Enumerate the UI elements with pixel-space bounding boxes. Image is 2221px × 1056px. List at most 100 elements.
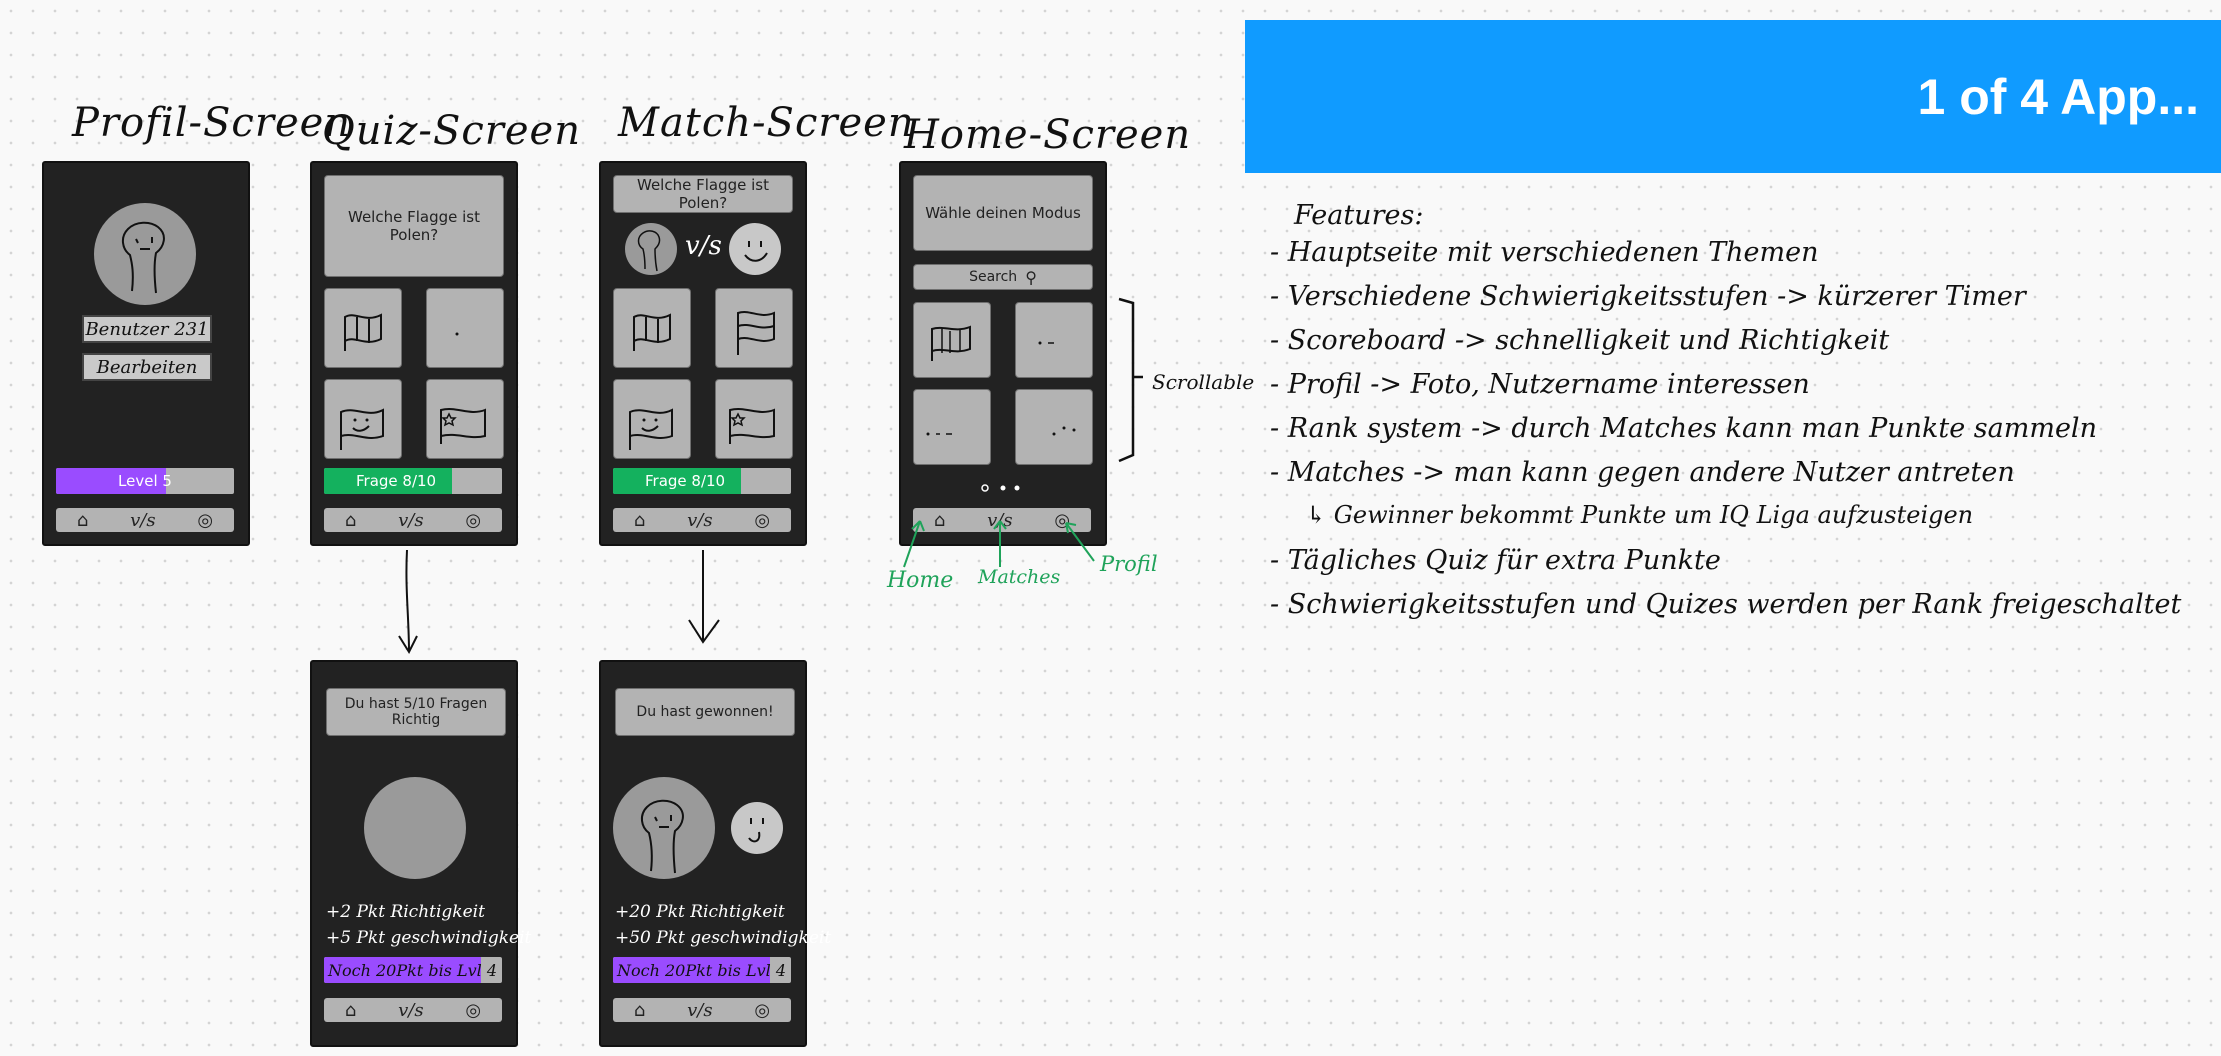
feature-item: - Matches -> man kann gegen andere Nutze… xyxy=(1270,457,2015,488)
username-label: Benutzer 231 xyxy=(82,315,212,343)
home-icon[interactable]: ⌂ xyxy=(77,510,88,531)
flag-icon xyxy=(344,313,382,351)
title-banner: 1 of 4 App... xyxy=(1245,20,2221,173)
quiz-question: Welche Flagge ist Polen? xyxy=(324,175,504,277)
home-icon[interactable]: ⌂ xyxy=(345,1000,356,1021)
level-progress-bar: Level 5 xyxy=(56,468,234,494)
points-accuracy: +2 Pkt Richtigkeit xyxy=(326,902,485,922)
dots-icon xyxy=(1038,341,1054,345)
versus-icon[interactable]: v/s xyxy=(398,510,423,531)
profile-avatar xyxy=(94,203,196,305)
answer-tile[interactable] xyxy=(426,288,504,368)
quiz-screen-title: Quiz-Screen xyxy=(322,108,581,154)
features-title: Features: xyxy=(1294,200,1424,231)
answer-tile[interactable] xyxy=(324,379,402,459)
versus-icon[interactable]: v/s xyxy=(398,1000,423,1021)
edit-profile-button[interactable]: Bearbeiten xyxy=(82,353,212,381)
mode-tile[interactable] xyxy=(1015,389,1093,465)
brain-icon[interactable]: ◎ xyxy=(754,510,770,531)
star-flag-icon xyxy=(729,408,775,444)
level-progress-label: Noch 20Pkt bis Lvl 4 xyxy=(328,960,498,980)
smiley-icon xyxy=(744,241,768,262)
home-screen-title: Home-Screen xyxy=(904,112,1192,158)
match-screen-title: Match-Screen xyxy=(618,100,915,146)
bottom-nav: ⌂ v/s ◎ xyxy=(324,998,502,1022)
answer-tile[interactable] xyxy=(426,379,504,459)
answer-tile[interactable] xyxy=(613,288,691,368)
features-notes: Features: - Hauptseite mit verschiedenen… xyxy=(1270,200,2181,633)
mode-tile[interactable] xyxy=(913,389,991,465)
answer-tile[interactable] xyxy=(613,379,691,459)
feature-item: ↳ Gewinner bekommt Punkte um IQ Liga auf… xyxy=(1306,501,1974,529)
flag-icon xyxy=(633,313,671,351)
search-label: Search xyxy=(969,269,1018,285)
brain-icon[interactable]: ◎ xyxy=(465,1000,481,1021)
quiz-screen: Welche Flagge ist Polen? Frage 8/10 ⌂ v/… xyxy=(310,161,518,546)
player-avatar xyxy=(625,223,677,275)
bottom-nav: ⌂ v/s ◎ xyxy=(613,998,791,1022)
dot-icon xyxy=(455,332,459,336)
home-icon[interactable]: ⌂ xyxy=(345,510,356,531)
match-result-text: Du hast gewonnen! xyxy=(615,688,795,736)
brain-icon[interactable]: ◎ xyxy=(465,510,481,531)
match-progress-bar: Frage 8/10 xyxy=(613,468,791,494)
result-circle xyxy=(364,777,466,879)
smiley-flag-icon xyxy=(629,408,673,450)
profil-screen: Benutzer 231 Bearbeiten Level 5 ⌂ v/s ◎ xyxy=(42,161,250,546)
brain-icon[interactable]: ◎ xyxy=(754,1000,770,1021)
level-label: Level 5 xyxy=(118,472,172,490)
brain-icon[interactable]: ◎ xyxy=(197,510,213,531)
versus-icon[interactable]: v/s xyxy=(130,510,155,531)
feature-item: - Rank system -> durch Matches kann man … xyxy=(1270,413,2097,444)
level-progress-bar: Noch 20Pkt bis Lvl 4 xyxy=(613,957,791,983)
winner-avatar xyxy=(613,777,715,879)
level-progress-bar: Noch 20Pkt bis Lvl 4 xyxy=(324,957,502,983)
feature-item: - Tägliches Quiz für extra Punkte xyxy=(1270,545,1721,576)
versus-icon[interactable]: v/s xyxy=(687,1000,712,1021)
home-screen: Wähle deinen Modus Search ⚲ ⌂ v/s ◎ xyxy=(899,161,1107,546)
match-screen: Welche Flagge ist Polen? v/s Frage 8/10 … xyxy=(599,161,807,546)
quiz-result-screen: Du hast 5/10 Fragen Richtig +2 Pkt Richt… xyxy=(310,660,531,1047)
avatar-sketch-icon xyxy=(641,799,684,874)
mode-prompt: Wähle deinen Modus xyxy=(913,175,1093,251)
points-lines: +20 Pkt Richtigkeit +50 Pkt geschwindigk… xyxy=(615,899,831,951)
star-flag-icon xyxy=(440,408,486,444)
answer-tile[interactable] xyxy=(324,288,402,368)
quiz-progress-bar: Frage 8/10 xyxy=(324,468,502,494)
home-icon[interactable]: ⌂ xyxy=(634,1000,645,1021)
page-dots[interactable] xyxy=(979,479,1029,492)
dots-icon xyxy=(1052,426,1076,436)
arrow-down-icon xyxy=(688,550,720,644)
feature-item: - Verschiedene Schwierigkeitsstufen -> k… xyxy=(1270,281,2026,312)
answer-tile[interactable] xyxy=(715,288,793,368)
versus-icon[interactable]: v/s xyxy=(687,510,712,531)
quiz-progress-label: Frage 8/10 xyxy=(356,472,437,490)
feature-item: - Schwierigkeitsstufen und Quizes werden… xyxy=(1270,589,2182,620)
match-question: Welche Flagge ist Polen? xyxy=(613,175,793,213)
points-speed: +5 Pkt geschwindigkeit xyxy=(326,928,532,948)
poland-flag-icon xyxy=(737,311,775,355)
banner-title: 1 of 4 App... xyxy=(1917,69,2200,125)
search-bar[interactable]: Search ⚲ xyxy=(913,264,1093,290)
feature-item: - Profil -> Foto, Nutzername interessen xyxy=(1270,369,1810,400)
pagination-dots-icon xyxy=(981,484,1020,492)
scrollable-note: Scrollable xyxy=(1152,370,1255,394)
points-lines: +2 Pkt Richtigkeit +5 Pkt geschwindigkei… xyxy=(326,899,531,951)
match-result-screen: Du hast gewonnen! +20 Pkt Richtigkeit +5… xyxy=(599,660,831,1047)
mode-tile[interactable] xyxy=(1015,302,1093,378)
scroll-bracket-icon xyxy=(1118,297,1143,463)
home-icon[interactable]: ⌂ xyxy=(634,510,645,531)
level-progress-label: Noch 20Pkt bis Lvl 4 xyxy=(617,960,787,980)
bottom-nav: ⌂ v/s ◎ xyxy=(324,508,502,532)
answer-tile[interactable] xyxy=(715,379,793,459)
profil-screen-title: Profil-Screen xyxy=(72,100,352,146)
dots-icon xyxy=(926,432,952,436)
flag-icon xyxy=(931,325,971,361)
mode-tile[interactable] xyxy=(913,302,991,378)
bottom-nav: ⌂ v/s ◎ xyxy=(613,508,791,532)
home-annotation: Home xyxy=(887,568,954,593)
opponent-avatar xyxy=(729,223,781,275)
bottom-nav: ⌂ v/s ◎ xyxy=(56,508,234,532)
quiz-result-text: Du hast 5/10 Fragen Richtig xyxy=(326,688,506,736)
smiley-icon xyxy=(748,818,764,843)
